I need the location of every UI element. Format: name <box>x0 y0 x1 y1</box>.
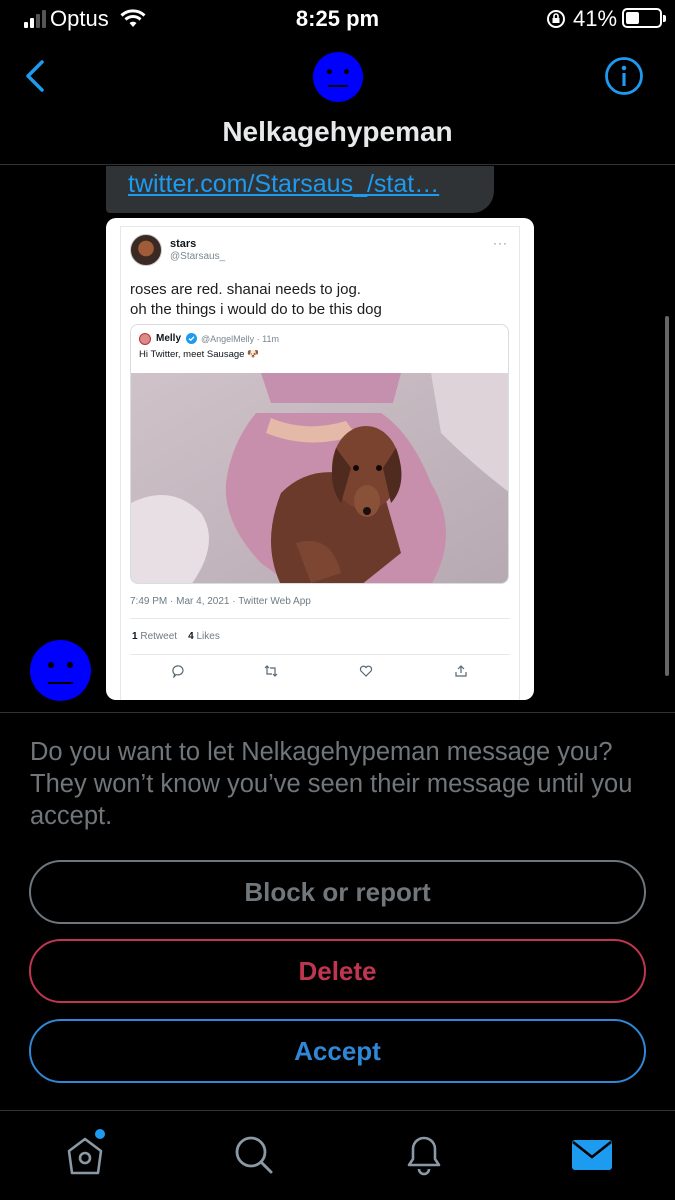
status-bar: Optus 8:25 pm 41% <box>0 0 675 40</box>
quoted-author-avatar <box>139 333 151 345</box>
new-activity-dot <box>95 1129 105 1139</box>
home-icon[interactable] <box>63 1133 107 1177</box>
battery-percentage: 41% <box>573 6 618 31</box>
retweet-label: Retweet <box>140 631 178 642</box>
bottom-tab-bar <box>0 1110 675 1200</box>
like-label: Likes <box>196 631 220 642</box>
orientation-lock-icon <box>547 10 565 28</box>
verified-badge-icon <box>186 333 197 344</box>
tweet-stats: 1 Retweet 4 Likes <box>132 631 220 642</box>
tweet-text: roses are red. shanai needs to jog. oh t… <box>130 280 382 320</box>
tweet-author-name: stars <box>170 238 197 250</box>
like-heart-icon <box>359 665 373 677</box>
battery-icon <box>622 8 666 28</box>
message-request-prompt: Do you want to let Nelkagehypeman messag… <box>30 738 633 830</box>
more-options-icon: ··· <box>493 236 508 250</box>
like-count: 4 <box>188 631 194 642</box>
tweet-text-line-2: oh the things i would do to be this dog <box>130 301 382 318</box>
tweet-screenshot-image[interactable]: stars @Starsaus_ ··· roses are red. shan… <box>106 218 534 700</box>
quoted-tweet: Melly @AngelMelly · 11m Hi Twitter, meet… <box>130 324 509 584</box>
sender-avatar[interactable] <box>30 640 91 701</box>
delete-button[interactable]: Delete <box>29 939 646 1003</box>
divider <box>130 618 510 619</box>
quoted-author-meta: @AngelMelly · 11m <box>201 334 279 344</box>
tweet-author-avatar <box>130 234 162 266</box>
message-thread[interactable]: twitter.com/Starsaus_/stat… stars @Stars… <box>0 166 675 712</box>
conversation-header: Nelkagehypeman <box>0 40 675 165</box>
tweet-link[interactable]: twitter.com/Starsaus_/stat… <box>128 170 439 199</box>
divider <box>0 712 675 713</box>
tweet-text-line-1: roses are red. shanai needs to jog. <box>130 281 361 298</box>
tweet-author-handle: @Starsaus_ <box>170 251 226 262</box>
notifications-bell-icon[interactable] <box>402 1133 446 1177</box>
accept-button[interactable]: Accept <box>29 1019 646 1083</box>
scroll-indicator[interactable] <box>665 316 669 676</box>
info-icon[interactable] <box>604 56 644 96</box>
search-icon[interactable] <box>232 1133 276 1177</box>
contact-name-title: Nelkagehypeman <box>222 116 453 147</box>
divider <box>130 654 510 655</box>
dachshund-photo <box>131 373 508 583</box>
reply-icon <box>172 665 184 678</box>
block-or-report-button[interactable]: Block or report <box>29 860 646 924</box>
link-message-bubble[interactable]: twitter.com/Starsaus_/stat… <box>106 166 494 213</box>
retweet-count: 1 <box>132 631 138 642</box>
contact-avatar[interactable] <box>313 52 363 102</box>
tweet-timestamp: 7:49 PM · Mar 4, 2021 · Twitter Web App <box>130 596 311 607</box>
quoted-tweet-text: Hi Twitter, meet Sausage 🐶 <box>139 349 259 360</box>
back-chevron-icon[interactable] <box>18 56 54 96</box>
retweet-icon <box>264 665 278 677</box>
quoted-author-name: Melly <box>156 333 182 344</box>
messages-mail-icon[interactable] <box>570 1133 614 1177</box>
share-icon <box>455 665 467 677</box>
